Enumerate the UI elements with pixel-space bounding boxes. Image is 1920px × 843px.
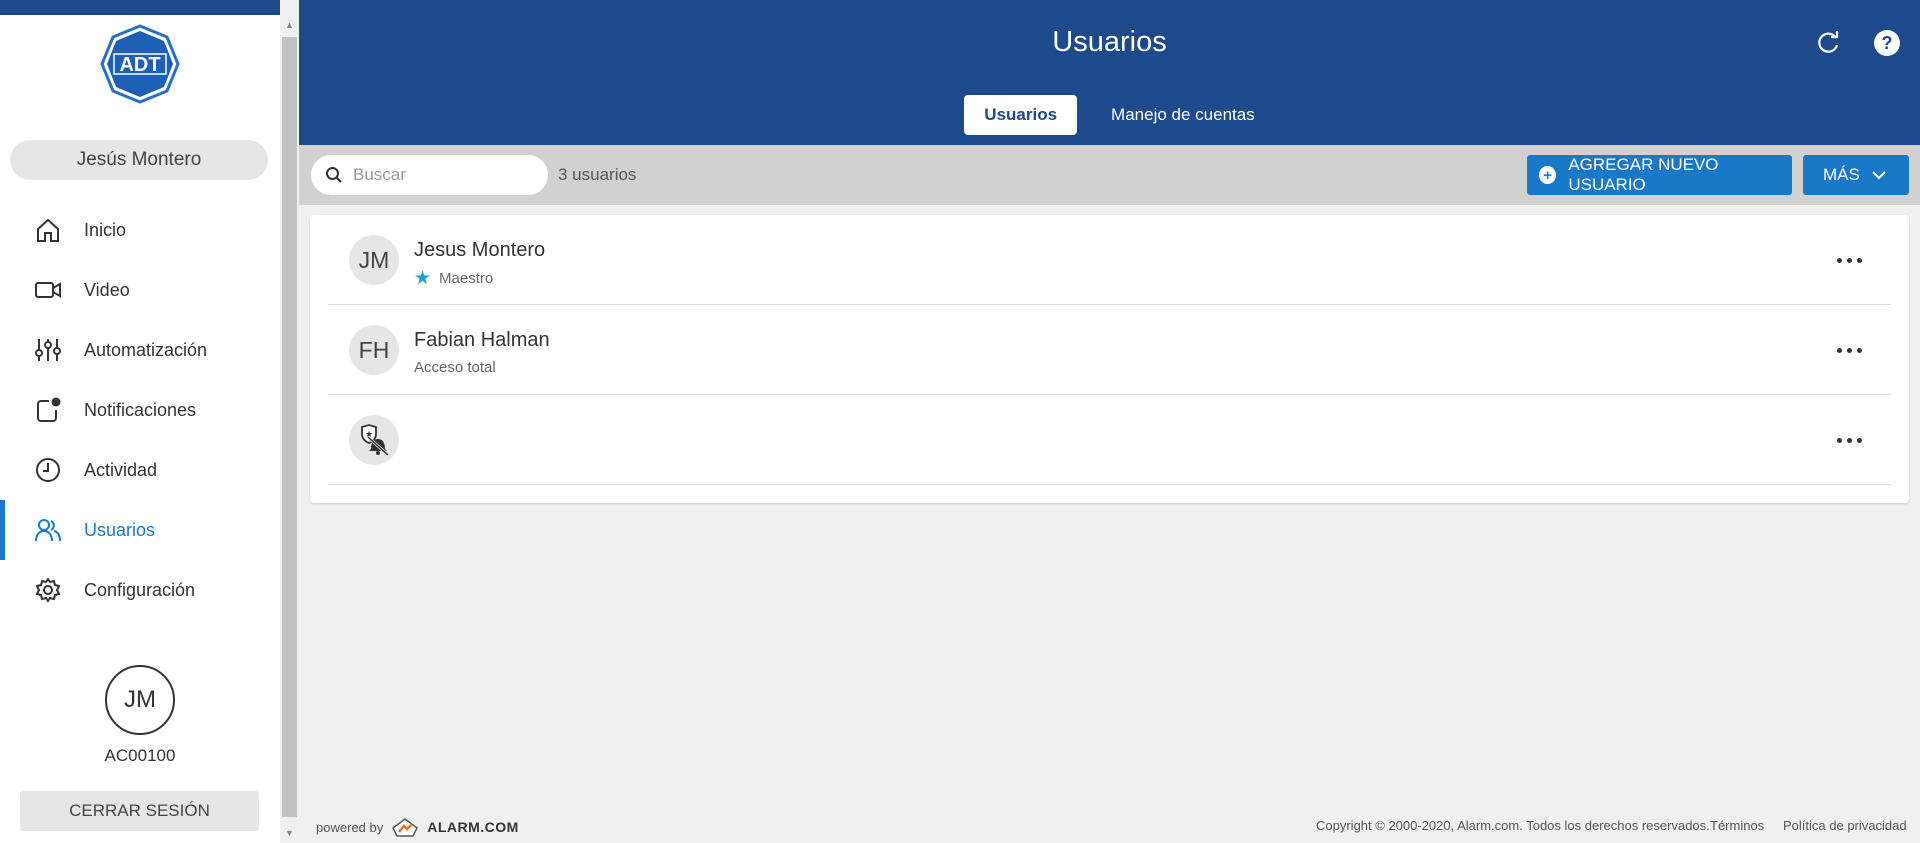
add-user-label: AGREGAR NUEVO USUARIO [1568, 155, 1719, 194]
add-user-button[interactable]: + AGREGAR NUEVO USUARIO [1527, 155, 1792, 195]
toolbar: 3 usuarios + AGREGAR NUEVO USUARIO MÁS [299, 145, 1920, 205]
sidebar-item-label: Usuarios [84, 519, 156, 540]
sidebar-item-usuarios[interactable]: Usuarios [0, 500, 280, 560]
powered-by[interactable]: powered by ALARM.COM [316, 816, 519, 838]
sidebar-item-label: Automatización [84, 339, 208, 360]
page-title: Usuarios [1052, 26, 1167, 58]
sidebar-nav: Inicio Video Automatización Notificacion… [0, 200, 280, 620]
sidebar-top-strip [0, 0, 280, 15]
scroll-thumb[interactable] [282, 37, 297, 817]
search-box[interactable] [311, 155, 548, 195]
sidebar-item-configuracion[interactable]: Configuración [0, 560, 280, 620]
avatar: ★ [349, 415, 399, 465]
sidebar-item-label: Notificaciones [84, 399, 197, 420]
user-role-label: Acceso total [414, 359, 496, 376]
svg-text:ADT: ADT [119, 54, 160, 76]
adt-logo[interactable]: ADT [100, 24, 180, 104]
help-icon: ? [1874, 30, 1900, 56]
users-icon [34, 516, 62, 544]
logout-button[interactable]: CERRAR SESIÓN [20, 791, 259, 831]
powered-by-text: powered by [316, 819, 384, 835]
row-options-button[interactable] [1831, 335, 1867, 365]
sidebar-item-label: Inicio [84, 219, 127, 240]
user-list: JM Jesus Montero ★ Maestro FH Fabian Hal… [310, 215, 1909, 503]
sidebar-item-automatizacion[interactable]: Automatización [0, 320, 280, 380]
user-role-label: Maestro [439, 270, 494, 287]
more-label: MÁS [1823, 165, 1860, 184]
svg-text:?: ? [1882, 33, 1893, 53]
current-user-name[interactable]: Jesús Montero [10, 140, 268, 180]
tab-usuarios[interactable]: Usuarios [964, 95, 1078, 135]
row-options-button[interactable] [1831, 425, 1867, 455]
plus-circle-icon: + [1539, 166, 1557, 184]
page-header: Usuarios ? Usuarios Manejo de cuentas [299, 0, 1920, 145]
sidebar-item-notificaciones[interactable]: Notificaciones [0, 380, 280, 440]
tabs: Usuarios Manejo de cuentas [299, 95, 1920, 135]
sidebar-item-label: Actividad [84, 459, 158, 480]
alarm-com-logo-icon [392, 818, 419, 837]
sliders-icon [34, 336, 62, 364]
refresh-icon [1818, 31, 1839, 53]
avatar: FH [349, 325, 399, 375]
terms-link[interactable]: Términos [1710, 818, 1764, 833]
avatar[interactable]: JM [105, 665, 175, 735]
list-item[interactable]: JM Jesus Montero ★ Maestro [328, 215, 1891, 305]
gear-icon [34, 576, 62, 604]
alarm-com-brand: ALARM.COM [427, 819, 519, 835]
user-role: Acceso total [414, 359, 496, 376]
scroll-down-arrow-icon[interactable]: ▼ [280, 823, 299, 843]
sidebar-item-label: Configuración [84, 579, 196, 600]
shield-bell-off-icon: ★ [361, 424, 390, 457]
more-dots-icon [1836, 437, 1842, 443]
star-icon: ★ [414, 268, 432, 289]
sidebar-scrollbar[interactable]: ▲ ▼ [280, 15, 299, 843]
list-item[interactable]: ★ [328, 395, 1891, 485]
clock-icon [34, 456, 62, 484]
tab-manejo-de-cuentas[interactable]: Manejo de cuentas [1091, 95, 1275, 135]
notification-icon [34, 396, 62, 424]
privacy-link[interactable]: Política de privacidad [1783, 818, 1907, 833]
chevron-down-icon [1872, 171, 1886, 180]
home-icon [34, 216, 62, 244]
more-dots-icon [1836, 347, 1842, 353]
more-dots-icon [1836, 257, 1842, 263]
user-count: 3 usuarios [558, 165, 637, 184]
footer: powered by ALARM.COM Copyright © 2000-20… [299, 808, 1920, 843]
list-item[interactable]: FH Fabian Halman Acceso total [328, 305, 1891, 395]
avatar: JM [349, 235, 399, 285]
help-button[interactable]: ? [1872, 28, 1902, 58]
sidebar-item-inicio[interactable]: Inicio [0, 200, 280, 260]
scroll-up-arrow-icon[interactable]: ▲ [280, 15, 299, 35]
search-input[interactable] [353, 165, 533, 185]
account-id: AC00100 [104, 746, 176, 765]
sidebar-item-label: Video [84, 279, 130, 300]
more-button[interactable]: MÁS [1803, 155, 1909, 195]
user-name: Fabian Halman [414, 329, 550, 351]
sidebar-item-actividad[interactable]: Actividad [0, 440, 280, 500]
sidebar-item-video[interactable]: Video [0, 260, 280, 320]
user-role: ★ Maestro [414, 269, 493, 288]
user-name: Jesus Montero [414, 239, 546, 261]
refresh-button[interactable] [1814, 28, 1844, 58]
video-camera-icon [34, 276, 62, 304]
sidebar: ADT Jesús Montero Inicio Video Automatiz… [0, 0, 280, 843]
search-icon [326, 167, 342, 183]
copyright: Copyright © 2000-2020, Alarm.com. Todos … [1316, 818, 1710, 833]
row-options-button[interactable] [1831, 245, 1867, 275]
